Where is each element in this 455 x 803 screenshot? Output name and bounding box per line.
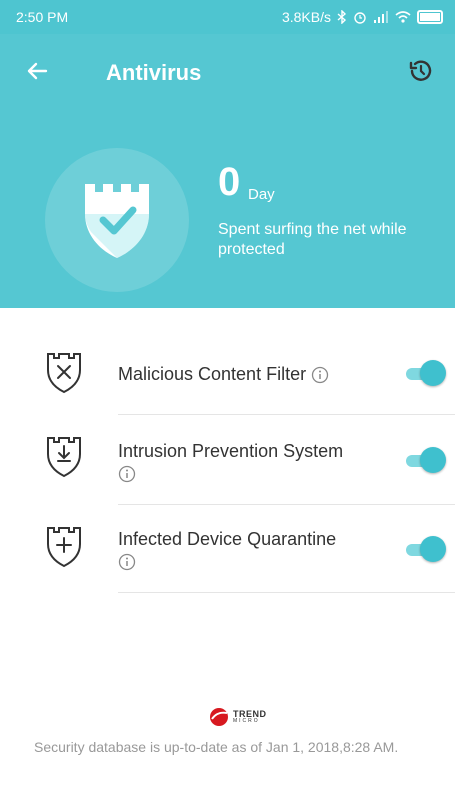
status-bar: 2:50 PM 3.8KB/s: [0, 0, 455, 34]
protected-days-description: Spent surfing the net while protected: [218, 221, 407, 258]
shield-x-icon: [47, 353, 81, 394]
feature-name: Infected Device Quarantine: [118, 529, 337, 549]
signal-icon: [374, 11, 388, 23]
divider: [118, 504, 455, 505]
malicious-content-filter-toggle[interactable]: [402, 360, 446, 386]
page-title: Antivirus: [106, 60, 202, 85]
database-status: Security database is up-to-date as of Ja…: [34, 739, 399, 755]
status-icons: 3.8KB/s: [282, 9, 443, 25]
shield-download-icon: [47, 437, 81, 478]
network-speed: 3.8KB/s: [281, 9, 331, 25]
brand-name: TREND: [233, 709, 267, 719]
toggle-knob: [420, 360, 446, 386]
antivirus-header: Antivirus 0 Day Spent surfing the net wh…: [0, 34, 455, 308]
status-time: 2:50 PM: [16, 9, 69, 25]
feature-label: Malicious Content Filter: [118, 363, 348, 385]
feature-label: Intrusion Prevention System: [118, 440, 348, 484]
bluetooth-icon: [337, 10, 347, 24]
feature-name: Intrusion Prevention System: [118, 441, 344, 461]
alarm-icon: [354, 12, 366, 24]
info-icon[interactable]: [118, 553, 136, 571]
infected-device-quarantine-toggle[interactable]: [402, 536, 446, 562]
divider: [118, 592, 455, 593]
toggle-knob: [420, 536, 446, 562]
shield-check-icon: [85, 184, 149, 258]
divider: [118, 414, 455, 415]
protected-days-count: 0: [218, 160, 241, 204]
shield-plus-icon: [47, 527, 81, 568]
wifi-icon: [395, 11, 411, 23]
intrusion-prevention-toggle[interactable]: [402, 447, 446, 473]
battery-icon: [417, 10, 443, 24]
trend-micro-logo-icon: [210, 708, 228, 726]
feature-name: Malicious Content Filter: [118, 364, 307, 384]
info-icon[interactable]: [118, 465, 136, 483]
feature-label: Infected Device Quarantine: [118, 528, 348, 572]
toggle-knob: [420, 447, 446, 473]
info-icon[interactable]: [311, 366, 329, 384]
protected-days-unit: Day: [248, 186, 275, 203]
trend-micro-logo: TREND MICRO: [209, 707, 267, 727]
arrow-left-icon[interactable]: [24, 58, 50, 84]
history-icon[interactable]: [405, 56, 435, 86]
protection-shield-badge: [45, 148, 189, 292]
